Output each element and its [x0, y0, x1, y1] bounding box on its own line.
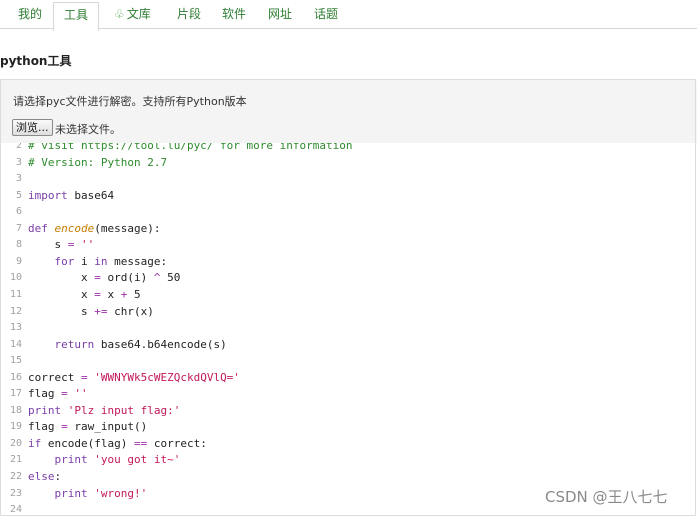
code-line: 20 if encode(flag) == correct:: [1, 436, 695, 453]
tab-label: 工具: [64, 8, 89, 22]
code-text: s += chr(x): [28, 304, 154, 318]
tab-sites[interactable]: 网址: [268, 0, 292, 28]
code-line: 7 def encode(message):: [1, 221, 695, 238]
code-text: print 'Plz input flag:': [28, 403, 181, 417]
tab-label: 我的: [18, 7, 43, 21]
code-text: flag = raw_input(): [28, 420, 148, 434]
code-text: correct = 'WWNYWk5cWEZQckdQVlQ=': [28, 370, 240, 384]
code-text: print 'you got it~': [54, 453, 181, 467]
code-text: s = '': [28, 238, 95, 252]
line-number: 7: [15, 222, 22, 234]
code-line: 14 return base64.b64encode(s): [1, 337, 695, 354]
line-number: 12: [9, 305, 22, 317]
line-number: 9: [15, 255, 22, 267]
tab-bar: 我的 工具 ♧ 文库 片段 软件 网址 话题: [0, 0, 697, 31]
code-text: # visit https://tool.lu/pyc/ for more in…: [28, 143, 353, 152]
line-number: 19: [9, 421, 22, 433]
code-text: x = x + 5: [28, 287, 141, 301]
code-line: 13: [1, 320, 695, 337]
code-line: 22 else:: [1, 469, 695, 486]
code-line: 21 print 'you got it~': [1, 452, 695, 469]
code-text: for i in message:: [54, 254, 168, 268]
tab-library[interactable]: ♧ 文库: [114, 0, 151, 28]
tab-label: 文库: [126, 7, 151, 21]
tab-snippets[interactable]: 片段: [177, 0, 201, 28]
line-number: 16: [9, 371, 22, 383]
line-number: 24: [9, 504, 22, 516]
code-text: import base64: [28, 188, 115, 202]
line-number: 15: [9, 355, 22, 367]
code-line: 3: [1, 171, 695, 188]
line-number: 6: [15, 206, 22, 218]
line-number: 23: [9, 487, 22, 499]
line-number: 2: [15, 143, 22, 151]
code-line: 18 print 'Plz input flag:': [1, 403, 695, 420]
upload-panel: 请选择pyc文件进行解密。支持所有Python版本 浏览... 未选择文件。: [0, 79, 696, 144]
line-number: 3: [15, 156, 22, 168]
line-number: 13: [9, 322, 22, 334]
code-text: return base64.b64encode(s): [54, 337, 227, 351]
browse-button[interactable]: 浏览...: [12, 119, 53, 136]
tab-label: 网址: [268, 7, 293, 21]
code-text: else:: [28, 470, 62, 483]
code-line: 15: [1, 353, 695, 370]
code-line: 9 for i in message:: [1, 254, 695, 271]
code-line: 6: [1, 204, 695, 221]
code-text: if encode(flag) == correct:: [28, 436, 207, 450]
tab-topics[interactable]: 话题: [314, 0, 338, 28]
line-number: 3: [15, 173, 22, 185]
line-number: 11: [9, 288, 22, 300]
code-view[interactable]: 2 # visit https://tool.lu/pyc/ for more i…: [0, 143, 696, 516]
line-number: 17: [9, 388, 22, 400]
tab-mine[interactable]: 我的: [18, 0, 42, 28]
code-line: 17 flag = '': [1, 386, 695, 403]
tab-label: 片段: [177, 7, 202, 21]
upload-description: 请选择pyc文件进行解密。支持所有Python版本: [13, 95, 247, 108]
code-text: x = ord(i) ^ 50: [28, 271, 181, 285]
line-number: 14: [9, 338, 22, 350]
file-status: 未选择文件。: [55, 123, 121, 136]
code-line: 8 s = '': [1, 237, 695, 254]
code-text: print 'wrong!': [54, 486, 148, 500]
page-title: python工具: [0, 54, 72, 68]
code-line: 2 # visit https://tool.lu/pyc/ for more i…: [1, 143, 695, 155]
code-text: # Version: Python 2.7: [28, 155, 168, 169]
line-number: 18: [9, 404, 22, 416]
code-line: 11 x = x + 5: [1, 287, 695, 304]
tab-label: 软件: [222, 7, 247, 21]
code-text: def encode(message):: [28, 221, 161, 235]
code-text: flag = '': [28, 387, 88, 401]
leaf-icon: ♧: [114, 7, 125, 21]
line-number: 10: [9, 272, 22, 284]
tab-software[interactable]: 软件: [222, 0, 246, 28]
code-line: 19 flag = raw_input(): [1, 419, 695, 436]
code-line: 5 import base64: [1, 188, 695, 205]
line-number: 20: [9, 437, 22, 449]
code-line: 16 correct = 'WWNYWk5cWEZQckdQVlQ=': [1, 370, 695, 387]
line-number: 22: [9, 471, 22, 482]
line-number: 8: [15, 239, 22, 251]
watermark: CSDN @王八七七: [545, 488, 668, 506]
line-number: 21: [9, 454, 22, 466]
code-line: 3 # Version: Python 2.7: [1, 155, 695, 172]
tab-label: 话题: [314, 7, 339, 21]
code-line: 12 s += chr(x): [1, 304, 695, 321]
code-line: 10 x = ord(i) ^ 50: [1, 270, 695, 287]
tab-tools[interactable]: 工具: [53, 2, 100, 31]
line-number: 5: [15, 189, 22, 201]
